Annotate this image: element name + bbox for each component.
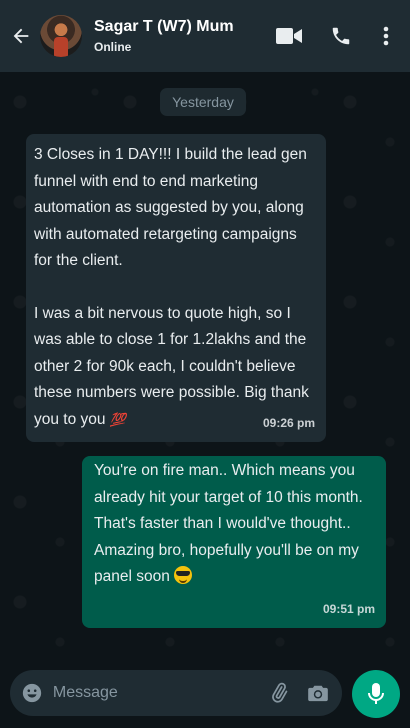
mic-icon (368, 683, 384, 704)
video-call-button[interactable] (272, 16, 306, 56)
message-time: 09:26 pm (262, 415, 315, 430)
voice-call-button[interactable] (324, 16, 358, 56)
attach-icon (271, 682, 287, 703)
header-actions (272, 16, 396, 56)
incoming-message[interactable]: 3 Closes in 1 DAY!!! I build the lead ge… (26, 134, 326, 442)
chat-area[interactable]: Yesterday 3 Closes in 1 DAY!!! I build t… (0, 72, 410, 658)
contact-status: Online (94, 40, 132, 54)
composer-bar (0, 658, 410, 728)
contact-name: Sagar T (W7) Mum (94, 18, 234, 35)
back-button[interactable] (4, 0, 38, 72)
camera-button[interactable] (297, 683, 338, 703)
outgoing-message[interactable]: You're on fire man.. Which means you alr… (82, 456, 386, 628)
emoji-button[interactable] (12, 682, 53, 704)
emoji-icon (23, 683, 42, 703)
message-field (10, 670, 342, 716)
camera-icon (307, 685, 328, 702)
more-vert-icon (383, 26, 389, 46)
hundred-points-icon: 💯 (109, 411, 126, 427)
date-chip: Yesterday (160, 88, 246, 116)
message-paragraph: You're on fire man.. Which means you alr… (94, 462, 363, 532)
voice-record-button[interactable] (352, 670, 400, 718)
back-arrow-icon (13, 28, 29, 44)
message-input[interactable] (52, 671, 260, 715)
avatar[interactable] (40, 15, 82, 57)
sunglasses-face-icon (174, 566, 193, 584)
message-paragraph: 3 Closes in 1 DAY!!! I build the lead ge… (34, 146, 307, 269)
message-paragraph: Amazing bro, hopefully you'll be on my p… (94, 541, 359, 586)
phone-icon (332, 27, 350, 45)
contact-info[interactable]: Sagar T (W7) Mum Online (94, 17, 272, 55)
attach-button[interactable] (260, 682, 297, 704)
more-options-button[interactable] (376, 16, 396, 56)
chat-header: Sagar T (W7) Mum Online (0, 0, 410, 72)
message-time: 09:51 pm (322, 601, 375, 616)
video-call-icon (276, 28, 302, 44)
